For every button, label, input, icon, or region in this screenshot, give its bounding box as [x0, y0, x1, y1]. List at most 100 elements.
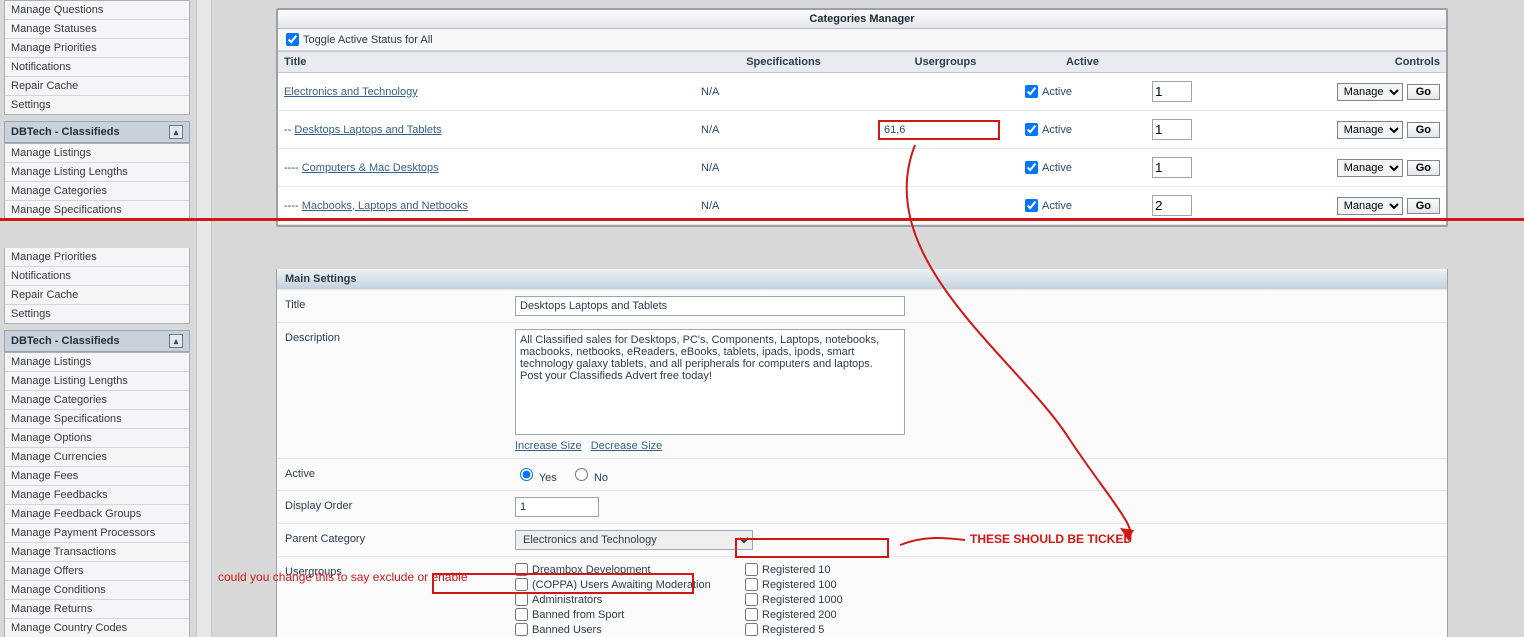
usergroups-label: Usergroups — [285, 563, 515, 578]
active-no-radio[interactable]: No — [570, 472, 608, 484]
category-link[interactable]: Desktops Laptops and Tablets — [294, 124, 441, 136]
active-label: Active — [285, 465, 515, 480]
spec-cell: N/A — [695, 73, 872, 111]
sidebar-item[interactable]: Manage Priorities — [5, 248, 189, 267]
spec-cell: N/A — [695, 149, 872, 187]
usergroup-checkbox[interactable]: Registered 1000 — [745, 593, 843, 606]
category-link[interactable]: Electronics and Technology — [284, 86, 418, 98]
sidebar-item[interactable]: Manage Specifications — [5, 410, 189, 429]
go-button[interactable]: Go — [1407, 84, 1440, 100]
col-controls: Controls — [1258, 52, 1446, 73]
col-title: Title — [278, 52, 695, 73]
usergroup-checkbox[interactable]: Registered 10 — [745, 563, 843, 576]
sidebar-item[interactable]: Manage Listings — [5, 353, 189, 372]
sidebar-item[interactable]: Manage Listing Lengths — [5, 372, 189, 391]
sidebar-item[interactable]: Manage Categories — [5, 182, 189, 201]
parent-category-label: Parent Category — [285, 530, 515, 545]
usergroup-checkbox[interactable]: Dreambox Development — [515, 563, 737, 576]
decrease-size-link[interactable]: Decrease Size — [591, 440, 663, 452]
active-yes-radio[interactable]: Yes — [515, 472, 557, 484]
sidebar-item[interactable]: Repair Cache — [5, 77, 189, 96]
usergroup-highlight: 61,6 — [878, 120, 1000, 140]
sidebar-item[interactable]: Settings — [5, 96, 189, 114]
display-order-input[interactable] — [515, 497, 599, 517]
title-label: Title — [285, 296, 515, 311]
order-input[interactable] — [1152, 195, 1192, 216]
order-input[interactable] — [1152, 81, 1192, 102]
sidebar-section-header[interactable]: DBTech - Classifieds ▴ — [4, 121, 190, 143]
sidebar-item[interactable]: Manage Transactions — [5, 543, 189, 562]
usergroup-checkbox[interactable]: Banned Users — [515, 623, 737, 636]
parent-category-select[interactable]: Electronics and Technology — [515, 530, 753, 550]
sidebar-item[interactable]: Manage Listing Lengths — [5, 163, 189, 182]
active-label: Active — [1042, 86, 1072, 98]
sidebar-item[interactable]: Notifications — [5, 58, 189, 77]
order-input[interactable] — [1152, 119, 1192, 140]
go-button[interactable]: Go — [1407, 198, 1440, 214]
col-order — [1146, 52, 1258, 73]
sidebar-item[interactable]: Manage Returns — [5, 600, 189, 619]
active-checkbox[interactable] — [1025, 161, 1038, 174]
collapse-icon[interactable]: ▴ — [169, 125, 183, 139]
go-button[interactable]: Go — [1407, 160, 1440, 176]
category-link[interactable]: Computers & Mac Desktops — [302, 162, 439, 174]
manage-select[interactable]: Manage — [1337, 121, 1403, 139]
scrollbar-track[interactable] — [196, 0, 212, 637]
usergroup-checkbox[interactable]: Banned from Sport — [515, 608, 737, 621]
sidebar-item[interactable]: Manage Feedback Groups — [5, 505, 189, 524]
annotation-divider — [0, 218, 1524, 221]
sidebar-section-header[interactable]: DBTech - Classifieds ▴ — [4, 330, 190, 352]
sidebar-item[interactable]: Manage Categories — [5, 391, 189, 410]
sidebar-item[interactable]: Manage Country Codes — [5, 619, 189, 637]
title-input[interactable] — [515, 296, 905, 316]
col-active: Active — [1019, 52, 1146, 73]
usergroup-checkbox[interactable]: (COPPA) Users Awaiting Moderation — [515, 578, 737, 591]
usergroup-checkbox[interactable]: Registered 5 — [745, 623, 843, 636]
description-textarea[interactable] — [515, 329, 905, 435]
sidebar-item[interactable]: Manage Listings — [5, 144, 189, 163]
sidebar-item[interactable]: Manage Questions — [5, 1, 189, 20]
active-checkbox[interactable] — [1025, 199, 1038, 212]
col-spec: Specifications — [695, 52, 872, 73]
increase-size-link[interactable]: Increase Size — [515, 440, 582, 452]
sidebar-item[interactable]: Manage Currencies — [5, 448, 189, 467]
active-label: Active — [1042, 200, 1072, 212]
sidebar-item[interactable]: Repair Cache — [5, 286, 189, 305]
manage-select[interactable]: Manage — [1337, 83, 1403, 101]
sidebar-item[interactable]: Manage Options — [5, 429, 189, 448]
manage-select[interactable]: Manage — [1337, 159, 1403, 177]
usergroup-checkbox[interactable]: Administrators — [515, 593, 737, 606]
sidebar-item[interactable]: Manage Priorities — [5, 39, 189, 58]
sidebar-item[interactable]: Manage Feedbacks — [5, 486, 189, 505]
toggle-all-label: Toggle Active Status for All — [303, 34, 433, 46]
manage-select[interactable]: Manage — [1337, 197, 1403, 215]
usergroup-cell — [872, 73, 1019, 111]
active-checkbox[interactable] — [1025, 85, 1038, 98]
sidebar-item[interactable]: Manage Specifications — [5, 201, 189, 219]
description-label: Description — [285, 329, 515, 344]
category-link[interactable]: Macbooks, Laptops and Netbooks — [302, 200, 468, 212]
sidebar-item[interactable]: Notifications — [5, 267, 189, 286]
display-order-label: Display Order — [285, 497, 515, 512]
toggle-all-checkbox[interactable] — [286, 33, 299, 46]
collapse-icon[interactable]: ▴ — [169, 334, 183, 348]
sidebar-header-label: DBTech - Classifieds — [11, 126, 120, 138]
category-row: ---- Computers & Mac DesktopsN/A ActiveM… — [278, 149, 1446, 187]
sidebar-item[interactable]: Settings — [5, 305, 189, 323]
sidebar-item[interactable]: Manage Offers — [5, 562, 189, 581]
active-label: Active — [1042, 124, 1072, 136]
usergroup-checkbox[interactable]: Registered 100 — [745, 578, 843, 591]
usergroup-cell — [872, 149, 1019, 187]
sidebar-item[interactable]: Manage Statuses — [5, 20, 189, 39]
sidebar-item[interactable]: Manage Fees — [5, 467, 189, 486]
go-button[interactable]: Go — [1407, 122, 1440, 138]
order-input[interactable] — [1152, 157, 1192, 178]
usergroup-checkbox[interactable]: Registered 200 — [745, 608, 843, 621]
sidebar-item[interactable]: Manage Conditions — [5, 581, 189, 600]
active-label: Active — [1042, 162, 1072, 174]
sidebar-header-label: DBTech - Classifieds — [11, 335, 120, 347]
category-row: Electronics and Technology N/A Active Mana… — [278, 73, 1446, 111]
active-checkbox[interactable] — [1025, 123, 1038, 136]
sidebar-item[interactable]: Manage Payment Processors — [5, 524, 189, 543]
category-row: -- Desktops Laptops and TabletsN/A61,6 A… — [278, 111, 1446, 149]
